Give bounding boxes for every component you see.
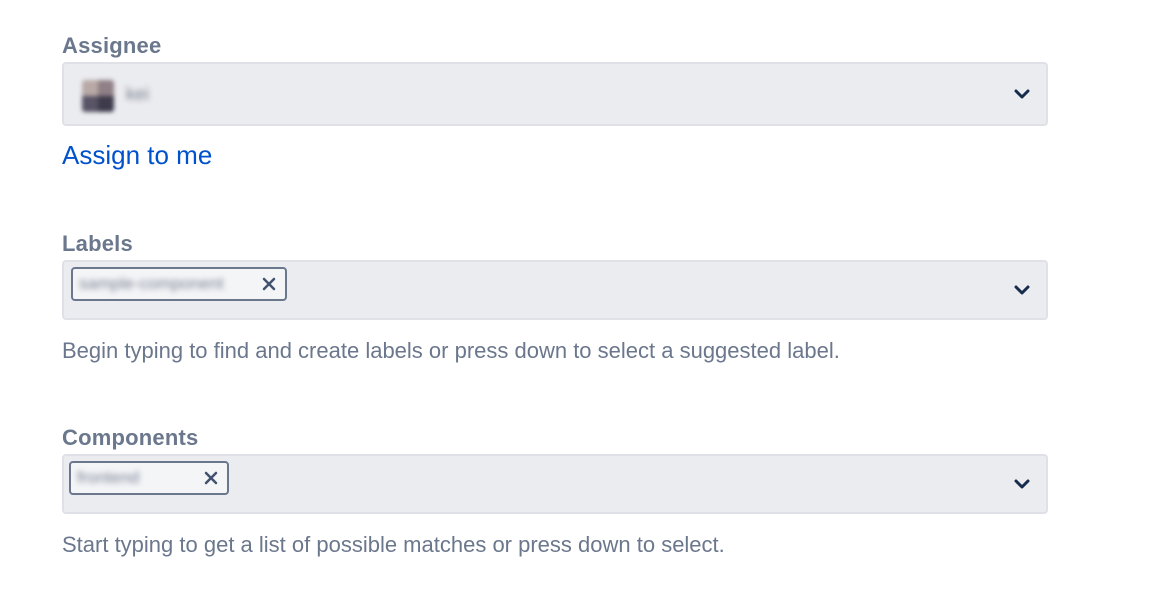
- chevron-down-icon[interactable]: [1014, 89, 1030, 99]
- assignee-avatar: [82, 80, 114, 112]
- labels-label: Labels: [62, 231, 133, 256]
- label-tag: sample-component: [71, 267, 287, 301]
- assignee-name: kei: [126, 84, 150, 104]
- component-tag: frontend: [69, 461, 229, 495]
- close-icon[interactable]: [261, 275, 277, 293]
- chevron-down-icon[interactable]: [1014, 285, 1030, 295]
- component-tag-text: frontend: [77, 468, 140, 487]
- labels-help-text: Begin typing to find and create labels o…: [62, 338, 840, 363]
- label-tag-text: sample-component: [79, 274, 224, 293]
- assignee-label: Assignee: [62, 33, 162, 58]
- assign-to-me-link[interactable]: Assign to me: [62, 140, 212, 171]
- components-select[interactable]: frontend: [62, 454, 1048, 514]
- close-icon[interactable]: [203, 469, 219, 487]
- assignee-select[interactable]: kei: [62, 62, 1048, 126]
- chevron-down-icon[interactable]: [1014, 479, 1030, 489]
- components-label: Components: [62, 425, 199, 450]
- issue-fields-form: Assignee kei Assign to me Labels sample-…: [0, 0, 1158, 592]
- components-help-text: Start typing to get a list of possible m…: [62, 532, 725, 557]
- labels-select[interactable]: sample-component: [62, 260, 1048, 320]
